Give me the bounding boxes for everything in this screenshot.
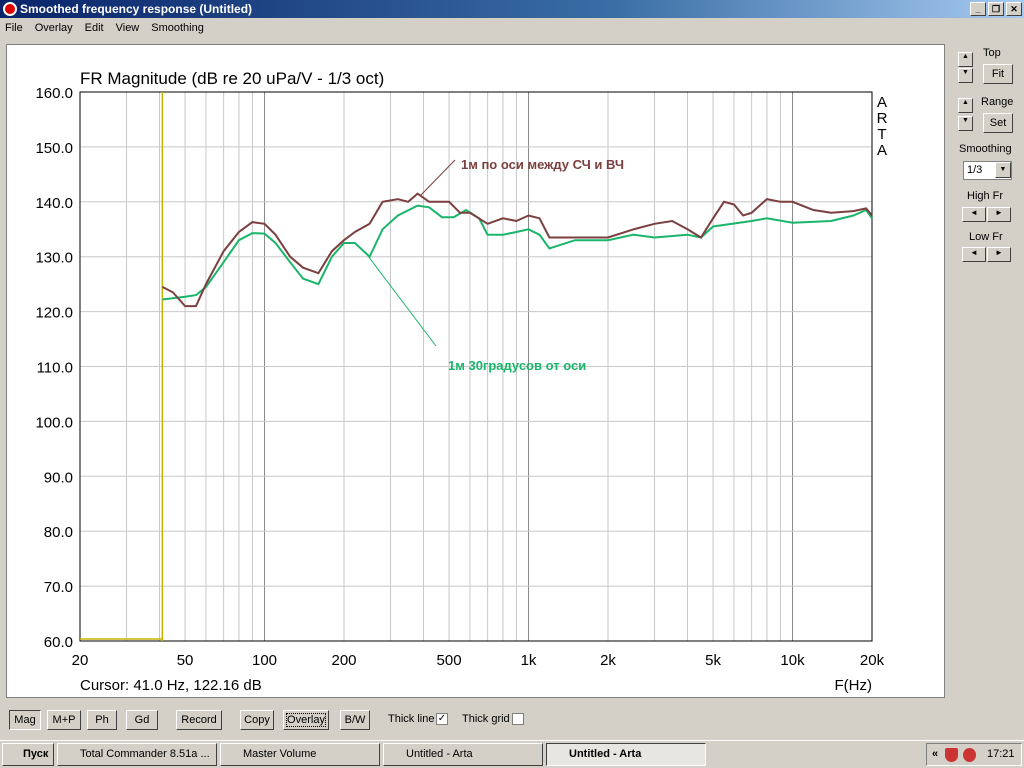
task-arta-2[interactable]: Untitled - Arta (546, 743, 706, 766)
task-label: Untitled - Arta (569, 748, 642, 760)
series-annotation: 1м 30градусов от оси (448, 358, 586, 373)
x-tick-label: 20k (860, 652, 885, 669)
y-tick-label: 120.0 (35, 305, 73, 322)
gd-button[interactable]: Gd (126, 710, 158, 730)
range-label: Range (981, 96, 1014, 108)
smoothing-select[interactable]: 1/3 ▼ (963, 161, 1012, 180)
copy-button[interactable]: Copy (240, 710, 274, 730)
y-tick-label: 70.0 (44, 579, 73, 596)
smoothing-value: 1/3 (967, 164, 983, 176)
y-tick-label: 90.0 (44, 469, 73, 486)
chevron-down-icon[interactable]: ▼ (995, 162, 1011, 178)
x-tick-label: 10k (780, 652, 805, 669)
system-tray: « 17:21 (926, 743, 1022, 766)
x-tick-label: 50 (177, 652, 194, 669)
frequency-response-chart[interactable]: FR Magnitude (dB re 20 uPa/V - 1/3 oct) 1… (0, 0, 1024, 700)
record-button[interactable]: Record (176, 710, 222, 730)
clock: 17:21 (987, 748, 1015, 760)
range-up-button[interactable]: ▲ (958, 98, 973, 113)
task-label: Untitled - Arta (406, 748, 473, 760)
task-total-commander[interactable]: Total Commander 8.51a ... (57, 743, 217, 766)
chart-title: FR Magnitude (dB re 20 uPa/V - 1/3 oct) (80, 69, 384, 88)
low-fr-label: Low Fr (969, 231, 1003, 243)
y-tick-label: 110.0 (37, 360, 73, 377)
cursor-readout: Cursor: 41.0 Hz, 122.16 dB (80, 677, 262, 694)
series-annotation: 1м по оси между СЧ и ВЧ (461, 157, 624, 172)
x-tick-label: 200 (331, 652, 356, 669)
x-tick-label: 20 (72, 652, 89, 669)
arta-logo-letter: R (877, 110, 888, 127)
antivirus-icon[interactable] (963, 748, 976, 762)
high-fr-left-button[interactable]: ◄ (962, 207, 986, 222)
task-master-volume[interactable]: Master Volume (220, 743, 380, 766)
mag-button[interactable]: Mag (9, 710, 41, 730)
task-label: Total Commander 8.51a ... (80, 748, 210, 760)
x-tick-label: 2k (600, 652, 616, 669)
x-tick-label: 500 (437, 652, 462, 669)
arta-logo-letter: A (877, 94, 887, 111)
arta-logo-letter: T (877, 126, 886, 143)
y-tick-label: 60.0 (44, 634, 73, 651)
y-tick-label: 140.0 (35, 195, 73, 212)
smoothing-label: Smoothing (959, 143, 1012, 155)
set-button[interactable]: Set (983, 113, 1013, 133)
thick-grid-checkbox[interactable] (512, 713, 524, 725)
y-tick-label: 150.0 (35, 140, 73, 157)
mp-button[interactable]: M+P (47, 710, 81, 730)
shield-icon[interactable] (945, 748, 958, 762)
start-label: Пуск (23, 748, 49, 760)
fit-button[interactable]: Fit (983, 64, 1013, 84)
x-tick-label: 1k (521, 652, 537, 669)
y-tick-label: 160.0 (35, 85, 73, 102)
low-fr-left-button[interactable]: ◄ (962, 247, 986, 262)
range-down-button[interactable]: ▼ (958, 116, 973, 131)
task-label: Master Volume (243, 748, 317, 760)
top-label: Top (983, 47, 1001, 59)
x-tick-label: 100 (252, 652, 277, 669)
x-tick-label: 5k (705, 652, 721, 669)
arta-logo-letter: A (877, 142, 887, 159)
thick-grid-label: Thick grid (462, 713, 510, 725)
annotation-leader (419, 159, 456, 197)
x-axis-label: F(Hz) (835, 677, 873, 694)
high-fr-label: High Fr (967, 190, 1004, 202)
thick-line-checkbox[interactable]: ✓ (436, 713, 448, 725)
overlay-button[interactable]: Overlay (283, 710, 329, 730)
top-down-button[interactable]: ▼ (958, 68, 973, 83)
top-up-button[interactable]: ▲ (958, 52, 973, 67)
task-arta-1[interactable]: Untitled - Arta (383, 743, 543, 766)
series-line (161, 192, 873, 308)
annotation-leader (364, 251, 437, 347)
y-tick-label: 80.0 (44, 524, 73, 541)
start-button[interactable]: Пуск (2, 743, 54, 766)
ph-button[interactable]: Ph (87, 710, 117, 730)
tray-expand-icon[interactable]: « (932, 744, 938, 765)
high-fr-right-button[interactable]: ► (987, 207, 1011, 222)
y-tick-label: 100.0 (35, 414, 73, 431)
y-tick-label: 130.0 (35, 250, 73, 267)
low-fr-right-button[interactable]: ► (987, 247, 1011, 262)
bw-button[interactable]: B/W (340, 710, 370, 730)
thick-line-label: Thick line (388, 713, 435, 725)
taskbar: Пуск Total Commander 8.51a ... Master Vo… (0, 740, 1024, 768)
